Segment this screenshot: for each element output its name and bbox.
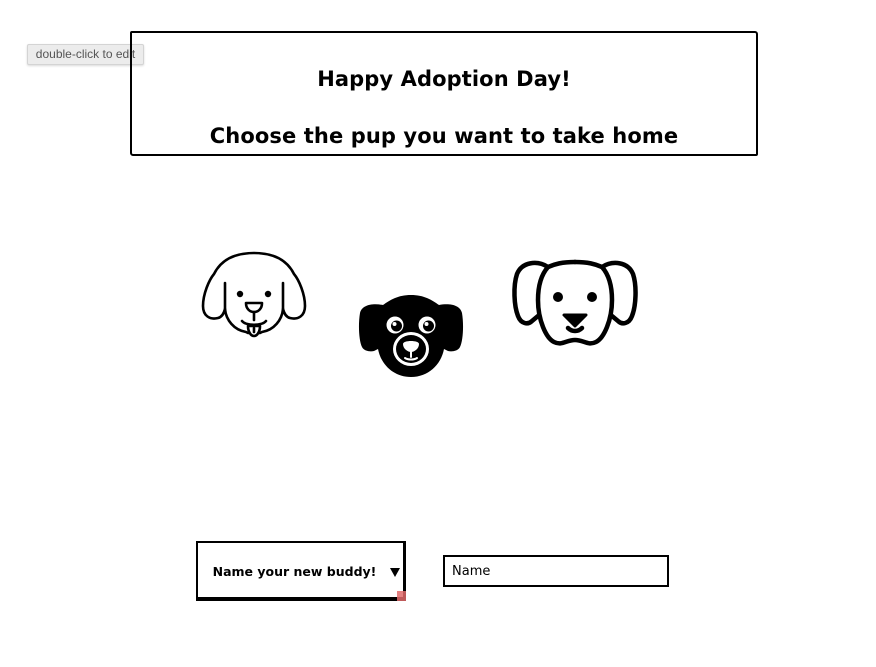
page-title: Happy Adoption Day! (317, 67, 571, 91)
dog-solid-icon[interactable] (356, 289, 466, 381)
name-input[interactable] (443, 555, 669, 587)
edit-hint-tooltip: double-click to edit (27, 44, 144, 65)
title-panel: Happy Adoption Day! Choose the pup you w… (130, 31, 758, 156)
resize-handle-icon[interactable] (397, 591, 406, 601)
dropdown-arrow-icon[interactable] (390, 568, 400, 577)
name-buddy-dropdown[interactable]: Name your new buddy! (196, 541, 406, 601)
page-subtitle: Choose the pup you want to take home (209, 124, 679, 148)
dog-tongue-outline-icon[interactable] (198, 248, 310, 340)
dropdown-label: Name your new buddy! (212, 564, 377, 579)
dog-outline-icon[interactable] (510, 254, 640, 350)
